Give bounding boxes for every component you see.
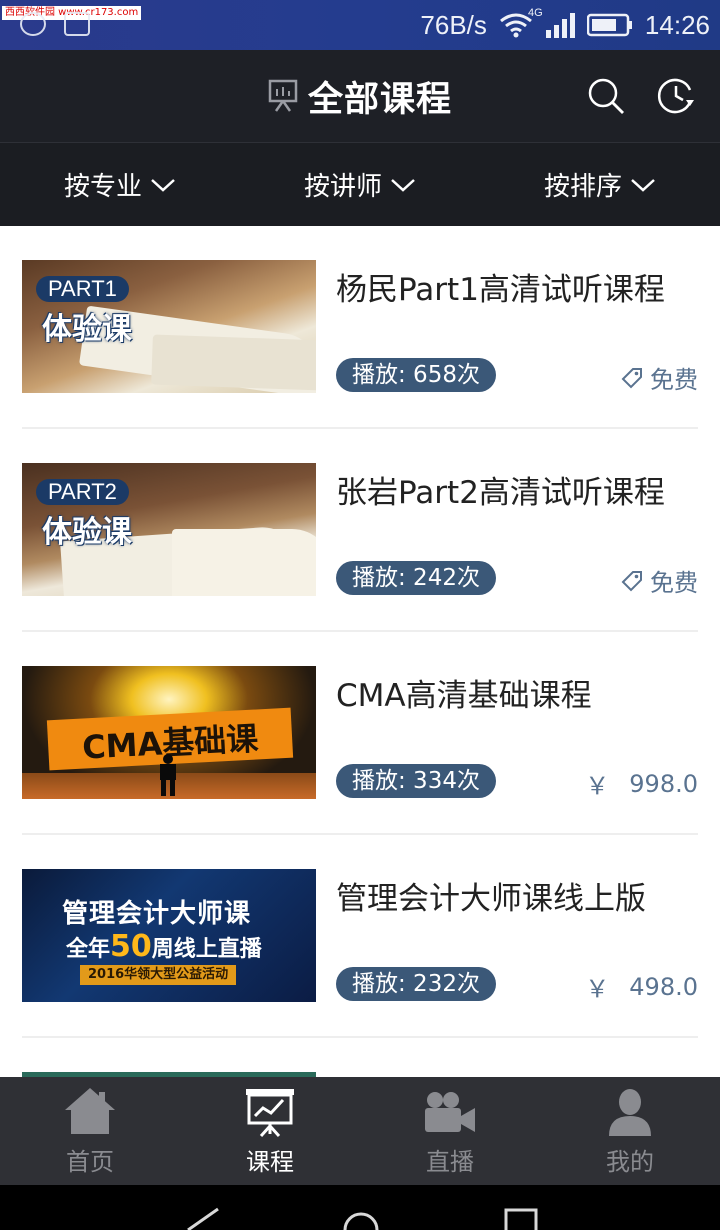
thumb-line2: 全年50周线上直播 [66,929,262,964]
nav-me[interactable]: 我的 [540,1077,720,1185]
play-count-badge: 播放: 334次 [336,764,496,798]
app-header: 全部课程 [0,50,720,142]
price-value: 998.0 [629,769,698,798]
silhouette-figure [160,754,176,796]
thumb-caption: 体验课 [42,312,132,347]
price: ￥ 998.0 [585,766,698,801]
user-icon [609,1088,651,1136]
thumb-part-tag: PART2 [36,479,129,505]
filter-sort[interactable]: 按排序 [480,143,720,226]
thumb-line3: 2016华领大型公益活动 [80,965,237,985]
course-title: 张岩Part2高清试听课程 [336,475,665,511]
filter-label: 按排序 [543,172,622,202]
nav-label: 直播 [426,1147,474,1176]
course-list: PART1 体验课 杨民Part1高清试听课程 播放: 658次 免费 PART… [0,226,720,1038]
status-right: 76B/s 14:26 [420,0,710,50]
currency-symbol: ￥ [585,975,610,1003]
filter-label: 按讲师 [303,172,382,202]
course-title: CMA高清基础课程 [336,678,592,714]
bottom-nav: 首页 课程 直播 我的 [0,1077,720,1185]
course-title: 管理会计大师课线上版 [336,881,646,917]
notification-icon [20,12,46,36]
system-nav-bar [0,1185,720,1230]
home-icon [65,1087,115,1134]
price-value: 免费 [650,366,698,394]
price-tag-icon [621,570,642,591]
play-count-badge: 播放: 658次 [336,358,496,392]
course-item[interactable]: 管理会计大师课 全年50周线上直播 2016华领大型公益活动 管理会计大师课线上… [22,835,698,1038]
nav-courses[interactable]: 课程 [180,1077,360,1185]
play-count-badge: 播放: 242次 [336,561,496,595]
price-value: 498.0 [629,972,698,1001]
price: 免费 [620,563,698,598]
status-bar: 西西软件园 www.cr173.com 4G 76B/s 14:26 [0,0,720,50]
page-title: 全部课程 [307,79,452,120]
course-item[interactable]: PART1 体验课 杨民Part1高清试听课程 播放: 658次 免费 [22,226,698,429]
thumb-part-tag: PART1 [36,276,129,302]
course-thumbnail: PART1 体验课 [22,260,316,393]
course-thumbnail: PART2 体验课 [22,463,316,596]
nav-home[interactable]: 首页 [0,1077,180,1185]
filter-teacher[interactable]: 按讲师 [240,143,480,226]
status-left-icons [20,12,90,36]
wifi-icon [499,13,532,38]
course-thumbnail: CMA基础课 [22,666,316,799]
currency-symbol: ￥ [585,772,610,800]
thumb-line2-pre: 全年 [66,937,111,962]
video-camera-icon [425,1091,475,1132]
net-speed: 76B/s [420,9,487,40]
filter-major[interactable]: 按专业 [0,143,240,226]
chevron-down-icon [151,178,175,192]
recents-icon[interactable] [503,1207,539,1230]
price: 免费 [620,360,698,395]
image-icon [64,12,90,36]
signal-icon [545,13,575,38]
course-item[interactable]: PART2 体验课 张岩Part2高清试听课程 播放: 242次 免费 [22,429,698,632]
search-icon[interactable] [586,76,626,116]
filter-bar: 按专业 按讲师 按排序 [0,142,720,226]
course-title: 杨民Part1高清试听课程 [336,272,665,308]
thumb-line1: 管理会计大师课 [62,899,252,929]
chevron-down-icon [631,178,655,192]
chevron-down-icon [391,178,415,192]
nav-live[interactable]: 直播 [360,1077,540,1185]
nav-label: 课程 [246,1147,294,1176]
home-circle-icon[interactable] [342,1207,380,1230]
price: ￥ 498.0 [585,969,698,1004]
filter-label: 按专业 [63,172,142,202]
presentation-icon [246,1088,294,1137]
course-item[interactable]: CMA基础课 CMA高清基础课程 播放: 334次 ￥ 998.0 [22,632,698,835]
price-tag-icon [621,367,642,388]
history-icon[interactable] [656,76,696,116]
play-count-badge: 播放: 232次 [336,967,496,1001]
nav-label: 首页 [66,1147,114,1176]
price-value: 免费 [650,569,698,597]
nav-label: 我的 [606,1147,654,1176]
thumb-line2-post: 周线上直播 [151,937,262,962]
back-icon[interactable] [184,1207,220,1230]
course-thumbnail: 管理会计大师课 全年50周线上直播 2016华领大型公益活动 [22,869,316,1002]
thumb-caption: 体验课 [42,515,132,550]
thumb-line2-highlight: 50 [110,929,152,964]
course-board-icon [268,79,298,112]
battery-icon [586,13,632,37]
clock: 14:26 [644,9,710,40]
